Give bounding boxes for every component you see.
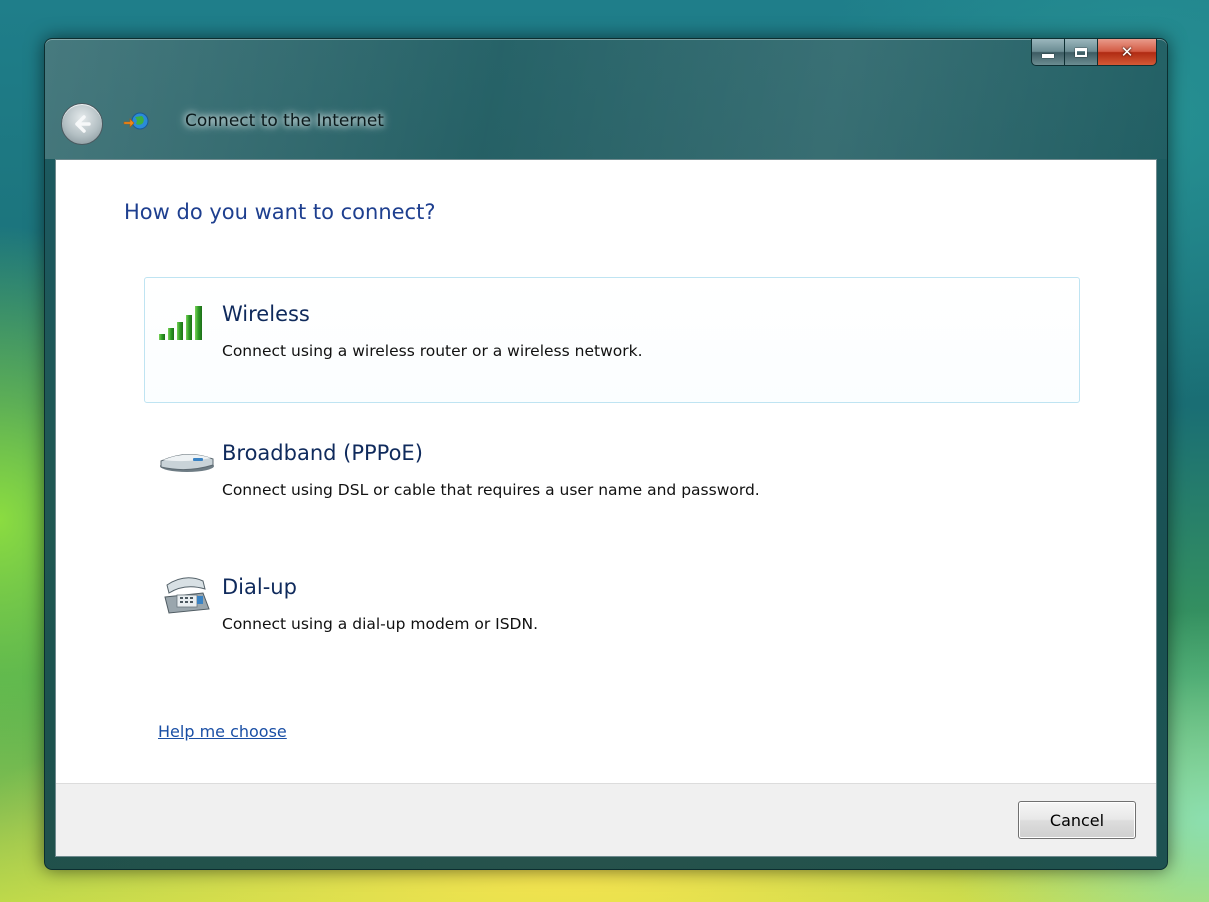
wizard-footer: Cancel [56,783,1156,856]
close-button[interactable]: ✕ [1098,39,1157,66]
connect-to-internet-window: ✕ Connect to the Internet How do you wan… [44,38,1168,870]
dialup-phone-icon [164,577,210,614]
option-dialup[interactable]: Dial-up Connect using a dial-up modem or… [144,544,1080,670]
caption-buttons: ✕ [1031,39,1157,66]
option-title: Dial-up [222,575,297,599]
help-me-choose-link[interactable]: Help me choose [158,722,287,741]
minimize-icon [1042,54,1054,58]
back-arrow-icon [75,115,91,133]
close-icon: ✕ [1120,42,1134,61]
page-heading: How do you want to connect? [124,200,436,224]
cancel-button[interactable]: Cancel [1018,801,1136,839]
maximize-icon [1075,47,1087,57]
wizard-content: How do you want to connect? Wireless Con… [55,159,1157,857]
option-description: Connect using a dial-up modem or ISDN. [222,615,539,633]
maximize-button[interactable] [1065,39,1098,66]
window-title: Connect to the Internet [185,111,384,131]
broadband-modem-icon [160,454,214,472]
option-title: Broadband (PPPoE) [222,441,423,465]
option-title: Wireless [222,302,310,326]
wireless-signal-icon [159,306,202,340]
option-wireless[interactable]: Wireless Connect using a wireless router… [144,277,1080,403]
option-broadband[interactable]: Broadband (PPPoE) Connect using DSL or c… [144,410,1080,536]
network-globe-icon [123,112,149,130]
back-button[interactable] [61,103,103,145]
option-description: Connect using a wireless router or a wir… [222,342,643,360]
option-description: Connect using DSL or cable that requires… [222,481,760,499]
minimize-button[interactable] [1031,39,1065,66]
